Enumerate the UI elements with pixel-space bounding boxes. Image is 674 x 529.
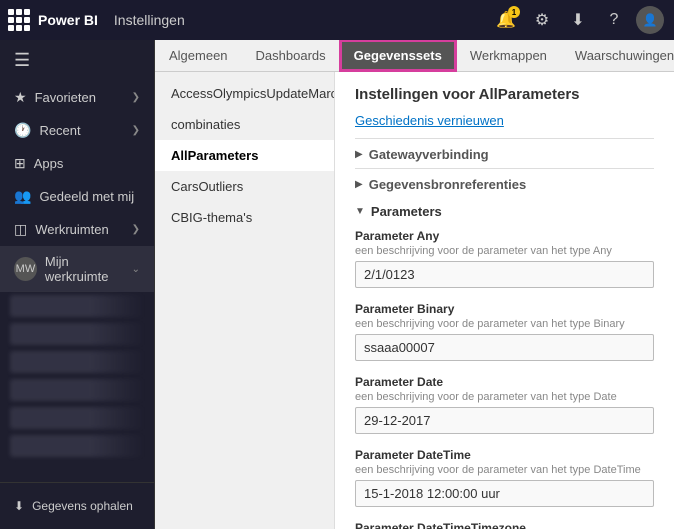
favorites-icon: ★: [14, 89, 27, 106]
datasources-section-header[interactable]: ▶ Gegevensbronreferenties: [355, 168, 654, 198]
gateway-triangle-icon: ▶: [355, 149, 363, 160]
chevron-icon: ❯: [132, 125, 140, 136]
param-any-input[interactable]: [355, 261, 654, 288]
app-name: Power BI: [38, 12, 98, 28]
sidebar-item-label: Mijn werkruimte: [45, 254, 132, 284]
download-button[interactable]: ⬇: [562, 4, 594, 36]
sidebar-item-label: Recent: [39, 123, 80, 138]
workspace-blurred-item-2: [10, 323, 144, 345]
get-data-label: Gegevens ophalen: [32, 499, 133, 513]
my-workspace-icon: MW: [14, 257, 37, 281]
datasources-section-label: Gegevensbronreferenties: [369, 177, 527, 192]
param-binary-desc: een beschrijving voor de parameter van h…: [355, 318, 654, 330]
tab-algemeen[interactable]: Algemeen: [155, 40, 242, 71]
content-area: Algemeen Dashboards Gegevenssets Werkmap…: [155, 40, 674, 529]
param-date-desc: een beschrijving voor de parameter van h…: [355, 391, 654, 403]
tabs-bar: Algemeen Dashboards Gegevenssets Werkmap…: [155, 40, 674, 72]
param-any-desc: een beschrijving voor de parameter van h…: [355, 245, 654, 257]
sidebar-item-favorites[interactable]: ★ Favorieten ❯: [0, 81, 154, 114]
param-date-name: Parameter Date: [355, 375, 654, 389]
param-datetime-input[interactable]: [355, 480, 654, 507]
gateway-section-header[interactable]: ▶ Gatewayverbinding: [355, 138, 654, 168]
tab-waarschuwingen[interactable]: Waarschuwingen: [561, 40, 674, 71]
param-datetimetimezone-block: Parameter DateTimeTimezone een beschrijv…: [355, 521, 654, 529]
param-binary-block: Parameter Binary een beschrijving voor d…: [355, 302, 654, 361]
avatar[interactable]: 👤: [636, 6, 664, 34]
logo: Power BI Instellingen: [8, 9, 185, 31]
sidebar-item-label: Gedeeld met mij: [39, 189, 134, 204]
param-date-input[interactable]: [355, 407, 654, 434]
param-date-block: Parameter Date een beschrijving voor de …: [355, 375, 654, 434]
settings-button[interactable]: ⚙: [526, 4, 558, 36]
main-layout: ☰ ★ Favorieten ❯ 🕐 Recent ❯ ⊞ Apps 👥: [0, 40, 674, 529]
get-data-button[interactable]: ⬇ Gegevens ophalen: [0, 491, 154, 521]
history-link[interactable]: Geschiedenis vernieuwen: [355, 113, 654, 128]
sidebar-item-workspaces[interactable]: ◫ Werkruimten ❯: [0, 213, 154, 246]
workspace-blurred-item-6: [10, 435, 144, 457]
user-menu-button[interactable]: 👤: [634, 4, 666, 36]
parameters-section: ▼ Parameters Parameter Any een beschrijv…: [355, 198, 654, 529]
topbar: Power BI Instellingen 🔔 1 ⚙ ⬇ ? 👤: [0, 0, 674, 40]
sidebar: ☰ ★ Favorieten ❯ 🕐 Recent ❯ ⊞ Apps 👥: [0, 40, 155, 529]
sidebar-item-label: Apps: [34, 156, 64, 171]
workspace-blurred-item-5: [10, 407, 144, 429]
parameters-triangle-icon: ▼: [355, 206, 365, 217]
dataset-item-carsoutliers[interactable]: CarsOutliers: [155, 171, 334, 202]
hamburger-icon[interactable]: ☰: [0, 40, 154, 81]
workspace-blurred-item-4: [10, 379, 144, 401]
topbar-icons: 🔔 1 ⚙ ⬇ ? 👤: [490, 4, 666, 36]
get-data-icon: ⬇: [14, 499, 24, 513]
sidebar-item-label: Favorieten: [35, 90, 96, 105]
page-title: Instellingen: [114, 12, 185, 28]
help-button[interactable]: ?: [598, 4, 630, 36]
datasources-triangle-icon: ▶: [355, 179, 363, 190]
sidebar-item-my-workspace[interactable]: MW Mijn werkruimte ⌄: [0, 246, 154, 292]
tab-werkmappen[interactable]: Werkmappen: [456, 40, 561, 71]
parameters-section-label: Parameters: [371, 204, 442, 219]
logo-grid: [8, 9, 30, 31]
sidebar-item-recent[interactable]: 🕐 Recent ❯: [0, 114, 154, 147]
param-datetime-name: Parameter DateTime: [355, 448, 654, 462]
apps-icon: ⊞: [14, 155, 26, 172]
param-any-name: Parameter Any: [355, 229, 654, 243]
sidebar-item-shared[interactable]: 👥 Gedeeld met mij: [0, 180, 154, 213]
dataset-item-cbig[interactable]: CBIG-thema's: [155, 202, 334, 233]
dataset-list: AccessOlympicsUpdateMarch2014 combinatie…: [155, 72, 335, 529]
notification-button[interactable]: 🔔 1: [490, 4, 522, 36]
dataset-item-access[interactable]: AccessOlympicsUpdateMarch2014: [155, 78, 334, 109]
gateway-section-label: Gatewayverbinding: [369, 147, 489, 162]
dataset-item-allparameters[interactable]: AllParameters: [155, 140, 334, 171]
param-datetimetimezone-name: Parameter DateTimeTimezone: [355, 521, 654, 529]
workspace-blurred-item-1: [10, 295, 144, 317]
chevron-icon: ❯: [132, 92, 140, 103]
param-datetime-desc: een beschrijving voor de parameter van h…: [355, 464, 654, 476]
dataset-item-combinaties[interactable]: combinaties: [155, 109, 334, 140]
settings-panel: Instellingen voor AllParameters Geschied…: [335, 72, 674, 529]
chevron-down-icon: ⌄: [132, 264, 140, 275]
sidebar-item-apps[interactable]: ⊞ Apps: [0, 147, 154, 180]
parameters-section-header[interactable]: ▼ Parameters: [355, 204, 654, 219]
tab-gegevenssets[interactable]: Gegevenssets: [340, 40, 456, 71]
param-any-block: Parameter Any een beschrijving voor de p…: [355, 229, 654, 288]
tab-dashboards[interactable]: Dashboards: [242, 40, 340, 71]
notification-badge: 1: [508, 6, 520, 18]
param-datetime-block: Parameter DateTime een beschrijving voor…: [355, 448, 654, 507]
recent-icon: 🕐: [14, 122, 31, 139]
param-binary-name: Parameter Binary: [355, 302, 654, 316]
settings-content: AccessOlympicsUpdateMarch2014 combinatie…: [155, 72, 674, 529]
chevron-icon: ❯: [132, 224, 140, 235]
workspace-blurred-item-3: [10, 351, 144, 373]
sidebar-item-label: Werkruimten: [35, 222, 108, 237]
settings-title: Instellingen voor AllParameters: [355, 86, 654, 103]
workspaces-icon: ◫: [14, 221, 27, 238]
shared-icon: 👥: [14, 188, 31, 205]
param-binary-input[interactable]: [355, 334, 654, 361]
sidebar-bottom: ⬇ Gegevens ophalen: [0, 482, 154, 529]
